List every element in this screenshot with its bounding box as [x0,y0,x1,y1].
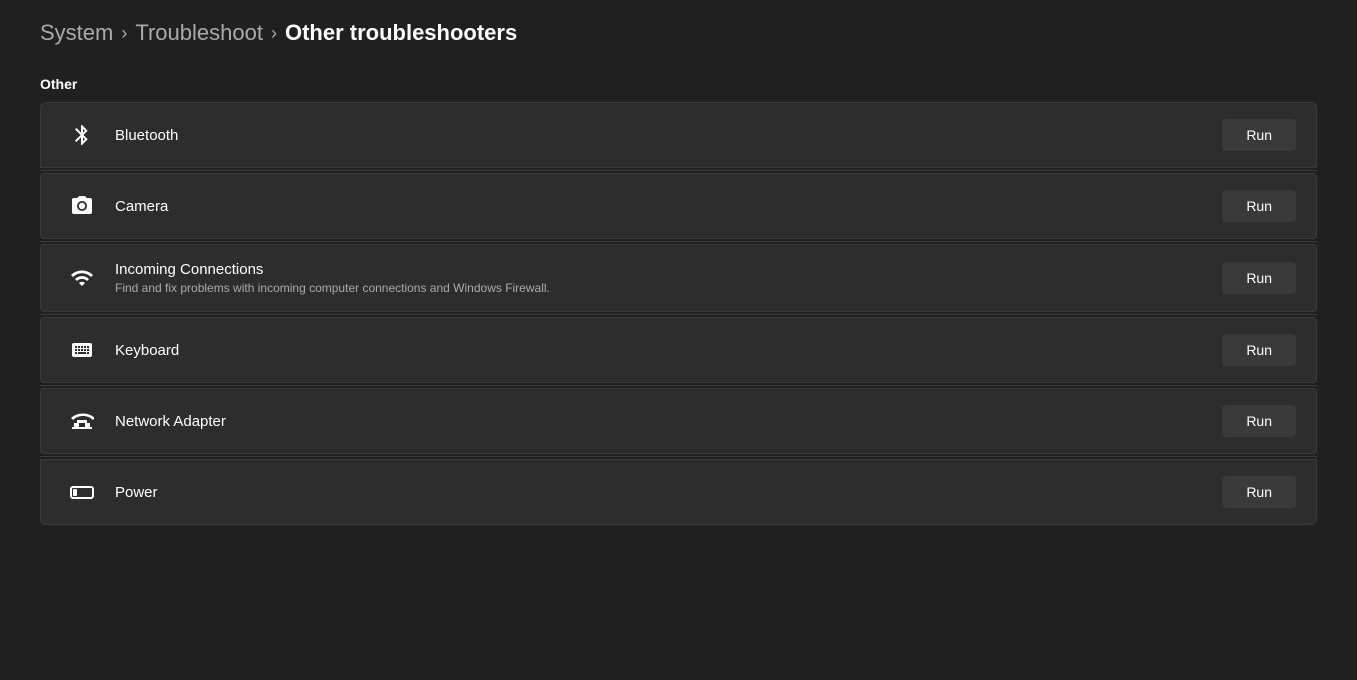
network-adapter-icon [61,409,103,433]
incoming-connections-name: Incoming Connections [115,261,1222,278]
section-label: Other [40,76,1317,92]
troubleshooter-row-bluetooth: Bluetooth Run [40,102,1317,168]
camera-run-button[interactable]: Run [1222,190,1296,222]
incoming-connections-info: Incoming Connections Find and fix proble… [103,261,1222,295]
keyboard-name: Keyboard [115,342,1222,359]
incoming-connections-run-button[interactable]: Run [1222,262,1296,294]
divider-4 [40,385,1317,386]
power-icon [61,480,103,504]
troubleshooter-row-keyboard: Keyboard Run [40,317,1317,383]
camera-icon [61,194,103,218]
breadcrumb-system[interactable]: System [40,20,113,46]
troubleshooter-row-camera: Camera Run [40,173,1317,239]
divider-3 [40,314,1317,315]
bluetooth-icon [61,123,103,147]
network-adapter-info: Network Adapter [103,413,1222,430]
divider-5 [40,456,1317,457]
breadcrumb-troubleshoot[interactable]: Troubleshoot [135,20,263,46]
troubleshooter-row-power: Power Run [40,459,1317,525]
breadcrumb-sep-1: › [121,23,127,44]
breadcrumb: System › Troubleshoot › Other troublesho… [40,20,1317,46]
camera-name: Camera [115,198,1222,215]
network-adapter-run-button[interactable]: Run [1222,405,1296,437]
network-adapter-name: Network Adapter [115,413,1222,430]
bluetooth-run-button[interactable]: Run [1222,119,1296,151]
keyboard-run-button[interactable]: Run [1222,334,1296,366]
bluetooth-name: Bluetooth [115,127,1222,144]
camera-info: Camera [103,198,1222,215]
incoming-connections-desc: Find and fix problems with incoming comp… [115,281,1222,295]
power-run-button[interactable]: Run [1222,476,1296,508]
divider-2 [40,241,1317,242]
divider-1 [40,170,1317,171]
keyboard-info: Keyboard [103,342,1222,359]
power-info: Power [103,484,1222,501]
breadcrumb-current: Other troubleshooters [285,20,517,46]
breadcrumb-sep-2: › [271,23,277,44]
troubleshooter-row-network-adapter: Network Adapter Run [40,388,1317,454]
keyboard-icon [61,338,103,362]
power-name: Power [115,484,1222,501]
bluetooth-info: Bluetooth [103,127,1222,144]
troubleshooter-row-incoming-connections: Incoming Connections Find and fix proble… [40,244,1317,312]
incoming-connections-icon [61,266,103,290]
troubleshooter-list: Bluetooth Run Camera Run Incoming Connec… [40,102,1317,525]
